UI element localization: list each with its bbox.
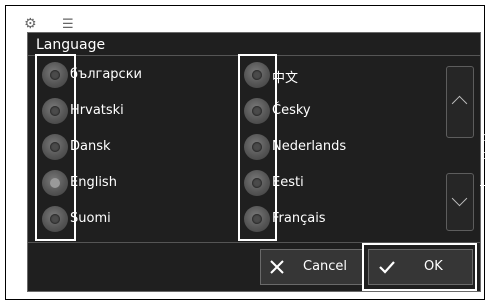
highlight-box-ok (362, 243, 477, 291)
menu-icon: ☰ (62, 17, 74, 32)
language-label: Suomi (70, 211, 111, 226)
language-label: English (70, 175, 117, 190)
chevron-down-icon (451, 190, 468, 207)
page-total: 3 (482, 151, 490, 162)
language-label: Česky (272, 103, 311, 118)
language-dialog: Language български Hrvatski Dansk Englis… (27, 32, 490, 292)
gear-icon: ⚙ (24, 16, 37, 32)
dialog-title: Language (36, 37, 106, 53)
language-label: Dansk (70, 139, 111, 154)
language-label: Nederlands (272, 139, 347, 154)
highlight-box-right-radios (238, 54, 277, 241)
language-label: Hrvatski (70, 103, 124, 118)
page-divider (480, 185, 490, 186)
chevron-up-icon (451, 95, 468, 112)
scroll-up-button[interactable] (446, 66, 474, 138)
close-icon (270, 260, 284, 274)
language-label: български (70, 67, 143, 82)
cancel-button[interactable]: Cancel (260, 249, 364, 285)
scroll-down-button[interactable] (446, 173, 474, 231)
page-current: 1 (482, 133, 490, 144)
language-label: Français (272, 211, 326, 226)
highlight-box-left-radios (35, 54, 76, 241)
cancel-label: Cancel (303, 259, 348, 274)
